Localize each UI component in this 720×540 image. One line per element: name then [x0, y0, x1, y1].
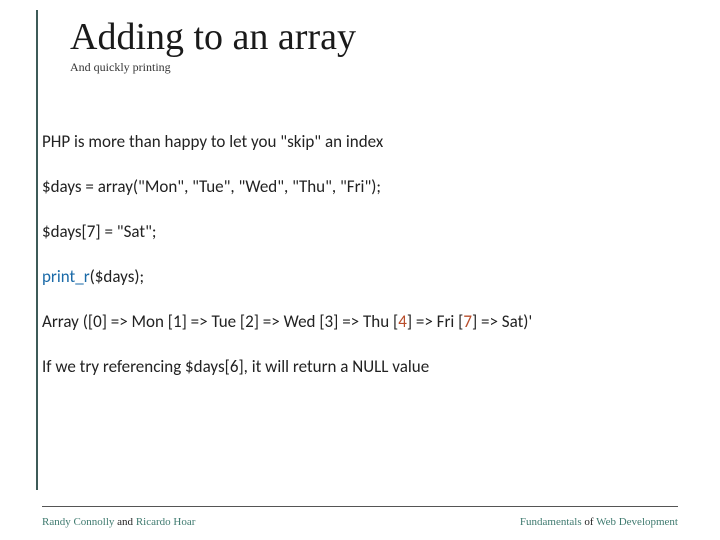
function-name: print_r: [42, 266, 90, 287]
slide-body: PHP is more than happy to let you "skip"…: [42, 131, 678, 401]
book-word-2: Web Development: [594, 516, 678, 528]
footer-left: Randy Connolly and Ricardo Hoar: [42, 516, 195, 528]
index-7: 7: [463, 311, 472, 332]
footer-and: and: [117, 516, 133, 528]
author-1: Randy Connolly: [42, 516, 117, 528]
output-part-c: ] => Sat)': [472, 311, 532, 332]
null-word: NULL: [352, 356, 388, 377]
reference-line: If we try referencing $days[6], it will …: [42, 356, 678, 379]
slide-subtitle: And quickly printing: [70, 60, 678, 75]
footer-rule: [42, 506, 678, 507]
intro-text: PHP is more than happy to let you "skip"…: [42, 131, 678, 154]
output-part-a: Array ([0] => Mon [1] => Tue [2] => Wed …: [42, 311, 398, 332]
footer-right: Fundamentals of Web Development: [520, 516, 678, 528]
code-line-3-rest: ($days);: [90, 266, 144, 287]
left-accent-rule: [36, 10, 38, 490]
book-word-1: Fundamentals: [520, 516, 584, 528]
footer: Randy Connolly and Ricardo Hoar Fundamen…: [42, 516, 678, 528]
ref-part-a: If we try referencing $days[6], it will …: [42, 356, 352, 377]
code-line-1: $days = array("Mon", "Tue", "Wed", "Thu"…: [42, 176, 678, 199]
code-line-2: $days[7] = "Sat";: [42, 221, 678, 244]
code-line-3: print_r($days);: [42, 266, 678, 289]
output-part-b: ] => Fri [: [407, 311, 464, 332]
ref-part-b: value: [388, 356, 429, 377]
slide-title: Adding to an array: [70, 18, 678, 58]
output-line: Array ([0] => Mon [1] => Tue [2] => Wed …: [42, 311, 678, 334]
slide: Adding to an array And quickly printing …: [0, 0, 720, 540]
index-4: 4: [398, 311, 407, 332]
author-2: Ricardo Hoar: [133, 516, 195, 528]
footer-of: of: [584, 516, 593, 528]
